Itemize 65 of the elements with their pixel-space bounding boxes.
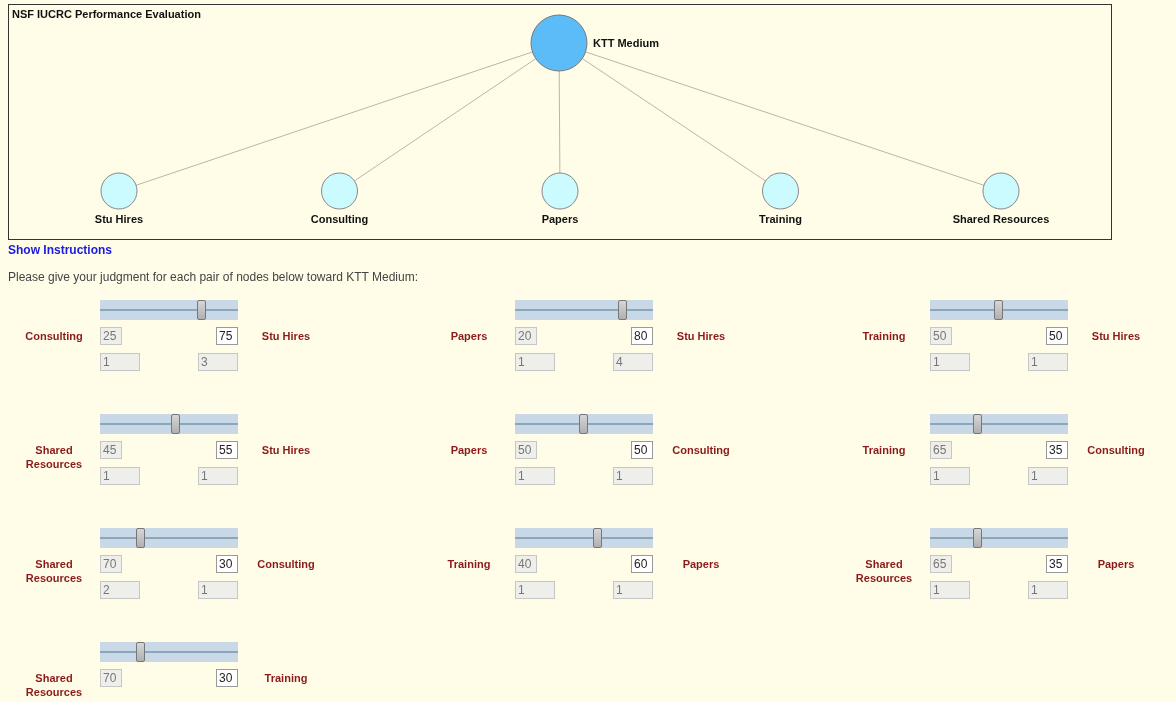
- slider[interactable]: [100, 642, 238, 662]
- right-value-field[interactable]: 80: [631, 327, 653, 345]
- right-value-field[interactable]: 50: [1046, 327, 1068, 345]
- right-value-field[interactable]: 50: [631, 441, 653, 459]
- right-value-field[interactable]: 35: [1046, 441, 1068, 459]
- right-value-field[interactable]: 55: [216, 441, 238, 459]
- criterion-node[interactable]: [762, 172, 799, 210]
- slider-thumb[interactable]: [973, 528, 983, 548]
- slider-thumb[interactable]: [197, 300, 207, 320]
- slider[interactable]: [100, 528, 238, 548]
- slider-thumb[interactable]: [579, 414, 588, 434]
- criterion-label: Stu Hires: [675, 329, 727, 343]
- slider-thumb[interactable]: [617, 300, 627, 320]
- criterion-label: Training: [861, 443, 907, 457]
- criterion-label: Stu Hires: [94, 213, 144, 225]
- slider-thumb[interactable]: [973, 414, 983, 434]
- slider[interactable]: [100, 414, 238, 434]
- slider[interactable]: [930, 300, 1068, 320]
- criterion-label: Stu Hires: [1090, 329, 1142, 343]
- criterion-label: Consulting: [1086, 443, 1146, 457]
- criterion-node[interactable]: [100, 172, 138, 210]
- criterion-label: Consulting: [24, 329, 84, 343]
- slider-thumb[interactable]: [136, 528, 146, 548]
- slider-thumb[interactable]: [592, 528, 602, 548]
- criterion-label: Papers: [1096, 557, 1136, 571]
- slider[interactable]: [515, 414, 653, 434]
- right-value-field[interactable]: 75: [216, 327, 238, 345]
- criterion-label: Consulting: [256, 557, 316, 571]
- criterion-label: Consulting: [310, 213, 369, 225]
- criterion-label: Stu Hires: [260, 443, 312, 457]
- criterion-node[interactable]: [321, 172, 358, 210]
- criterion-label: Consulting: [671, 443, 731, 457]
- criterion-label: Shared Resources: [24, 443, 84, 471]
- instruction-text: Please give your judgment for each pair of nodes below toward KTT Medium:: [8, 270, 419, 284]
- slider[interactable]: [515, 528, 653, 548]
- criterion-label: Papers: [449, 329, 489, 343]
- criterion-label: Shared Resources: [854, 557, 914, 585]
- criterion-label: Training: [759, 213, 802, 225]
- criterion-label: Stu Hires: [260, 329, 312, 343]
- slider[interactable]: [930, 528, 1068, 548]
- right-value-field[interactable]: 30: [216, 669, 238, 687]
- goal-node[interactable]: [530, 14, 588, 72]
- criterion-node[interactable]: [982, 172, 1020, 210]
- criterion-label: Shared Resources: [24, 671, 84, 699]
- slider[interactable]: [100, 300, 238, 320]
- slider-thumb[interactable]: [994, 300, 1003, 320]
- criterion-label: Papers: [541, 213, 579, 225]
- slider[interactable]: [930, 414, 1068, 434]
- right-value-field[interactable]: 30: [216, 555, 238, 573]
- slider-thumb[interactable]: [136, 642, 146, 662]
- criterion-label: Training: [263, 671, 309, 685]
- criterion-label: Shared Resources: [952, 213, 1050, 225]
- right-value-field[interactable]: 60: [631, 555, 653, 573]
- right-value-field[interactable]: 35: [1046, 555, 1068, 573]
- criterion-label: Shared Resources: [24, 557, 84, 585]
- criterion-label: Training: [446, 557, 492, 571]
- criterion-node[interactable]: [541, 172, 579, 210]
- criterion-label: Training: [861, 329, 907, 343]
- goal-label: KTT Medium: [593, 37, 659, 49]
- slider-thumb[interactable]: [170, 414, 180, 434]
- diagram-title: NSF IUCRC Performance Evaluation: [12, 8, 201, 20]
- show-instructions-link[interactable]: Show Instructions: [8, 243, 112, 257]
- slider[interactable]: [515, 300, 653, 320]
- criterion-label: Papers: [681, 557, 721, 571]
- criterion-label: Papers: [449, 443, 489, 457]
